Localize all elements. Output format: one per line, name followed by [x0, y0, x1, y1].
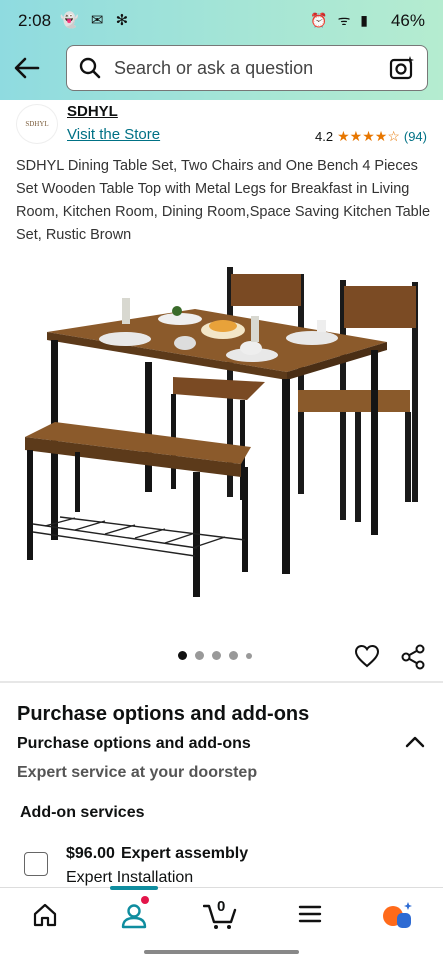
addon-option[interactable]: $96.00 Expert assembly — [66, 845, 248, 863]
header: 2:08 👻 ✉ ✻ ⏰ ᯤ ▮ 46% Search or ask a que… — [0, 0, 443, 100]
addon-services-label: Add-on services — [20, 804, 145, 821]
profile-icon[interactable] — [120, 902, 148, 930]
ai-assistant-icon[interactable] — [382, 902, 414, 930]
star-rating-icon: ★★★★☆ — [337, 128, 400, 144]
gesture-bar — [144, 950, 299, 954]
status-time: 2:08 — [18, 11, 52, 30]
menu-icon[interactable] — [298, 902, 322, 926]
expert-service-text: Expert service at your doorstep — [17, 764, 258, 781]
brand-logo[interactable]: SDHYL — [16, 104, 58, 144]
camera-lens-icon[interactable] — [389, 55, 415, 81]
divider — [0, 681, 443, 683]
addon-detail: Expert Installation — [66, 869, 194, 886]
accordion-title[interactable]: Purchase options and add-ons — [17, 735, 251, 753]
notification-icons: 👻 ✉ ✻ — [60, 12, 133, 29]
product-title: SDHYL Dining Table Set, Two Chairs and O… — [16, 158, 431, 243]
back-arrow-icon[interactable] — [12, 54, 42, 82]
addon-name: Expert assembly — [120, 845, 249, 862]
search-placeholder: Search or ask a question — [114, 58, 314, 78]
search-input[interactable]: Search or ask a question — [66, 45, 428, 91]
chair-front — [298, 280, 418, 522]
search-icon — [79, 57, 101, 79]
addon-price: $96.00 — [66, 845, 115, 862]
cart-count: 0 — [217, 898, 226, 915]
rating[interactable]: 4.2 ★★★★☆ (94) — [315, 128, 427, 145]
page-dot[interactable] — [246, 652, 252, 659]
product-image[interactable] — [15, 262, 430, 602]
rating-value: 4.2 — [315, 129, 334, 144]
bench-shelf — [32, 516, 246, 557]
brand-name[interactable]: SDHYL — [67, 103, 118, 120]
notification-dot — [141, 896, 149, 904]
page-dot[interactable] — [195, 651, 204, 660]
home-icon[interactable] — [32, 902, 58, 928]
status-bar: 2:08 👻 ✉ ✻ ⏰ ᯤ ▮ 46% — [0, 0, 443, 40]
visit-store-link[interactable]: Visit the Store — [67, 126, 160, 143]
brand-logo-text: SDHYL — [25, 120, 49, 128]
heart-icon[interactable] — [354, 644, 380, 668]
page-dot[interactable] — [178, 651, 187, 660]
share-icon[interactable] — [400, 644, 426, 670]
page-dot[interactable] — [212, 651, 221, 660]
battery-level: 46% — [390, 11, 425, 30]
image-pagination[interactable] — [178, 651, 252, 660]
addon-checkbox[interactable] — [24, 852, 48, 876]
chevron-up-icon[interactable] — [404, 734, 426, 750]
section-title: Purchase options and add-ons — [17, 703, 310, 725]
active-tab-indicator — [110, 886, 158, 890]
review-count[interactable]: (94) — [404, 129, 427, 144]
page-dot[interactable] — [229, 651, 238, 660]
system-icons: ⏰ ᯤ ▮ — [310, 12, 371, 28]
